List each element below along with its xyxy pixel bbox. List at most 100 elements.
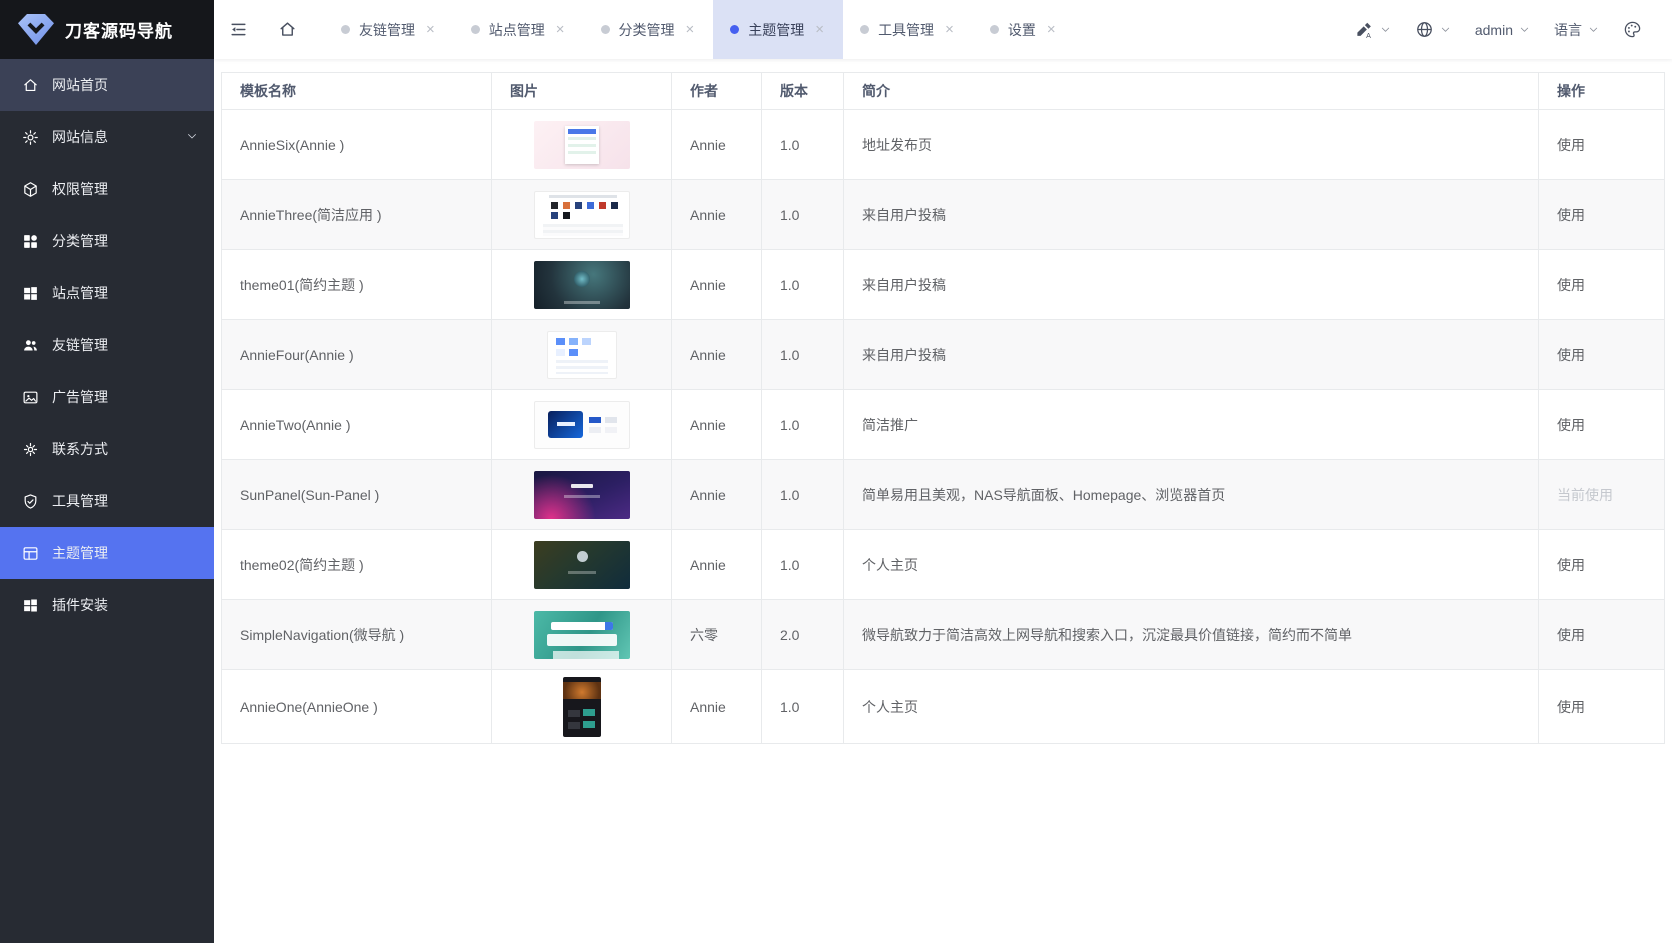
template-version: 1.0: [762, 530, 844, 600]
sunpanel-preview-thumbnail[interactable]: [534, 471, 630, 519]
sidebar-item-label: 广告管理: [52, 387, 108, 407]
plugin-windows-icon: [22, 597, 39, 614]
use-theme-button[interactable]: 使用: [1557, 699, 1585, 715]
simplenavigation-preview-thumbnail[interactable]: [534, 611, 630, 659]
tab-label: 友链管理: [359, 20, 415, 40]
close-tab-icon[interactable]: ×: [424, 21, 437, 38]
close-tab-icon[interactable]: ×: [684, 21, 697, 38]
use-theme-button[interactable]: 使用: [1557, 137, 1585, 153]
col-header-desc: 简介: [844, 73, 1539, 110]
sidebar-item-categories[interactable]: 分类管理: [0, 215, 214, 267]
app-title: 刀客源码导航: [65, 17, 173, 42]
sidebar-item-permissions[interactable]: 权限管理: [0, 163, 214, 215]
sidebar-item-site-info[interactable]: 网站信息: [0, 111, 214, 163]
tab-categories[interactable]: 分类管理 ×: [584, 0, 714, 59]
template-author: 六零: [672, 600, 762, 670]
user-menu[interactable]: admin: [1467, 0, 1538, 59]
template-author: Annie: [672, 390, 762, 460]
col-header-image: 图片: [492, 73, 672, 110]
template-name: AnnieSix(Annie ): [222, 110, 492, 180]
use-theme-button[interactable]: 使用: [1557, 627, 1585, 643]
tab-status-dot-icon: [341, 25, 350, 34]
table-row: AnnieOne(AnnieOne ) Annie 1.0 个人主页 使用: [222, 670, 1665, 744]
sidebar-item-sites[interactable]: 站点管理: [0, 267, 214, 319]
image-icon: [22, 389, 39, 406]
close-tab-icon[interactable]: ×: [943, 21, 956, 38]
sidebar-item-contact[interactable]: 联系方式: [0, 423, 214, 475]
table-row: AnnieThree(简洁应用 ) Annie 1.0 来自用户投稿 使用: [222, 180, 1665, 250]
use-theme-button[interactable]: 使用: [1557, 347, 1585, 363]
template-desc: 来自用户投稿: [844, 320, 1539, 390]
anniefour-preview-thumbnail[interactable]: [547, 331, 617, 379]
sidebar-item-friend-links[interactable]: 友链管理: [0, 319, 214, 371]
use-theme-button[interactable]: 使用: [1557, 557, 1585, 573]
tab-sites[interactable]: 站点管理 ×: [454, 0, 584, 59]
table-row: theme02(简约主题 ) Annie 1.0 个人主页 使用: [222, 530, 1665, 600]
users-icon: [22, 337, 39, 354]
sidebar-item-label: 联系方式: [52, 439, 108, 459]
sidebar-item-label: 分类管理: [52, 231, 108, 251]
anniesix-preview-thumbnail[interactable]: [534, 121, 630, 169]
table-row: SunPanel(Sun-Panel ) Annie 1.0 简单易用且美观，N…: [222, 460, 1665, 530]
tab-themes[interactable]: 主题管理 ×: [713, 0, 843, 59]
gear-icon: [22, 129, 39, 146]
sidebar-item-themes[interactable]: 主题管理: [0, 527, 214, 579]
tab-status-dot-icon: [601, 25, 610, 34]
grid-icon: [22, 233, 39, 250]
sidebar-item-site-home[interactable]: 网站首页: [0, 59, 214, 111]
cube-icon: [22, 181, 39, 198]
format-brush-dropdown[interactable]: A: [1347, 0, 1399, 59]
palette-icon[interactable]: [1615, 0, 1650, 59]
use-theme-button[interactable]: 使用: [1557, 277, 1585, 293]
layout-icon: [22, 545, 39, 562]
annieone-preview-thumbnail[interactable]: [563, 677, 601, 737]
theme02-preview-thumbnail[interactable]: [534, 541, 630, 589]
language-menu[interactable]: 语言: [1546, 0, 1607, 59]
sidebar-item-label: 友链管理: [52, 335, 108, 355]
close-tab-icon[interactable]: ×: [554, 21, 567, 38]
app-logo: 刀客源码导航: [0, 0, 214, 59]
sidebar-item-label: 工具管理: [52, 491, 108, 511]
anniethree-preview-thumbnail[interactable]: [534, 191, 630, 239]
tab-friend-links[interactable]: 友链管理 ×: [324, 0, 454, 59]
sidebar-item-label: 网站首页: [52, 75, 108, 95]
tab-tools[interactable]: 工具管理 ×: [843, 0, 973, 59]
language-label: 语言: [1554, 20, 1582, 40]
template-version: 1.0: [762, 460, 844, 530]
sidebar: 刀客源码导航 网站首页 网站信息 权限管理 分类管理: [0, 0, 214, 943]
sidebar-item-label: 站点管理: [52, 283, 108, 303]
theme01-preview-thumbnail[interactable]: [534, 261, 630, 309]
template-author: Annie: [672, 180, 762, 250]
template-name: SimpleNavigation(微导航 ): [222, 600, 492, 670]
close-tab-icon[interactable]: ×: [1045, 21, 1058, 38]
tab-label: 分类管理: [619, 20, 675, 40]
sidebar-item-plugins[interactable]: 插件安装: [0, 579, 214, 631]
use-theme-button[interactable]: 使用: [1557, 207, 1585, 223]
col-header-action: 操作: [1539, 73, 1665, 110]
template-name: AnnieFour(Annie ): [222, 320, 492, 390]
table-row: SimpleNavigation(微导航 ) 六零 2.0 微导航致力于简洁高效…: [222, 600, 1665, 670]
current-theme-label: 当前使用: [1557, 487, 1613, 503]
template-version: 1.0: [762, 320, 844, 390]
collapse-sidebar-icon[interactable]: [214, 0, 263, 59]
sidebar-item-ads[interactable]: 广告管理: [0, 371, 214, 423]
use-theme-button[interactable]: 使用: [1557, 417, 1585, 433]
template-author: Annie: [672, 530, 762, 600]
theme-table-panel: 模板名称 图片 作者 版本 简介 操作 AnnieSix(Annie ) Ann…: [214, 59, 1672, 943]
shield-check-icon: [22, 493, 39, 510]
template-desc: 微导航致力于简洁高效上网导航和搜索入口，沉淀最具价值链接，简约而不简单: [844, 600, 1539, 670]
annietwo-preview-thumbnail[interactable]: [534, 401, 630, 449]
table-row: AnnieSix(Annie ) Annie 1.0 地址发布页 使用: [222, 110, 1665, 180]
template-author: Annie: [672, 320, 762, 390]
sidebar-menu: 网站首页 网站信息 权限管理 分类管理 站点管理 友链: [0, 59, 214, 631]
tab-settings[interactable]: 设置 ×: [973, 0, 1075, 59]
globe-dropdown[interactable]: [1407, 0, 1459, 59]
template-desc: 个人主页: [844, 670, 1539, 744]
home-icon[interactable]: [263, 0, 312, 59]
template-desc: 个人主页: [844, 530, 1539, 600]
template-author: Annie: [672, 670, 762, 744]
sidebar-item-label: 插件安装: [52, 595, 108, 615]
sidebar-item-tools[interactable]: 工具管理: [0, 475, 214, 527]
close-tab-icon[interactable]: ×: [813, 21, 826, 38]
username-label: admin: [1475, 22, 1513, 38]
